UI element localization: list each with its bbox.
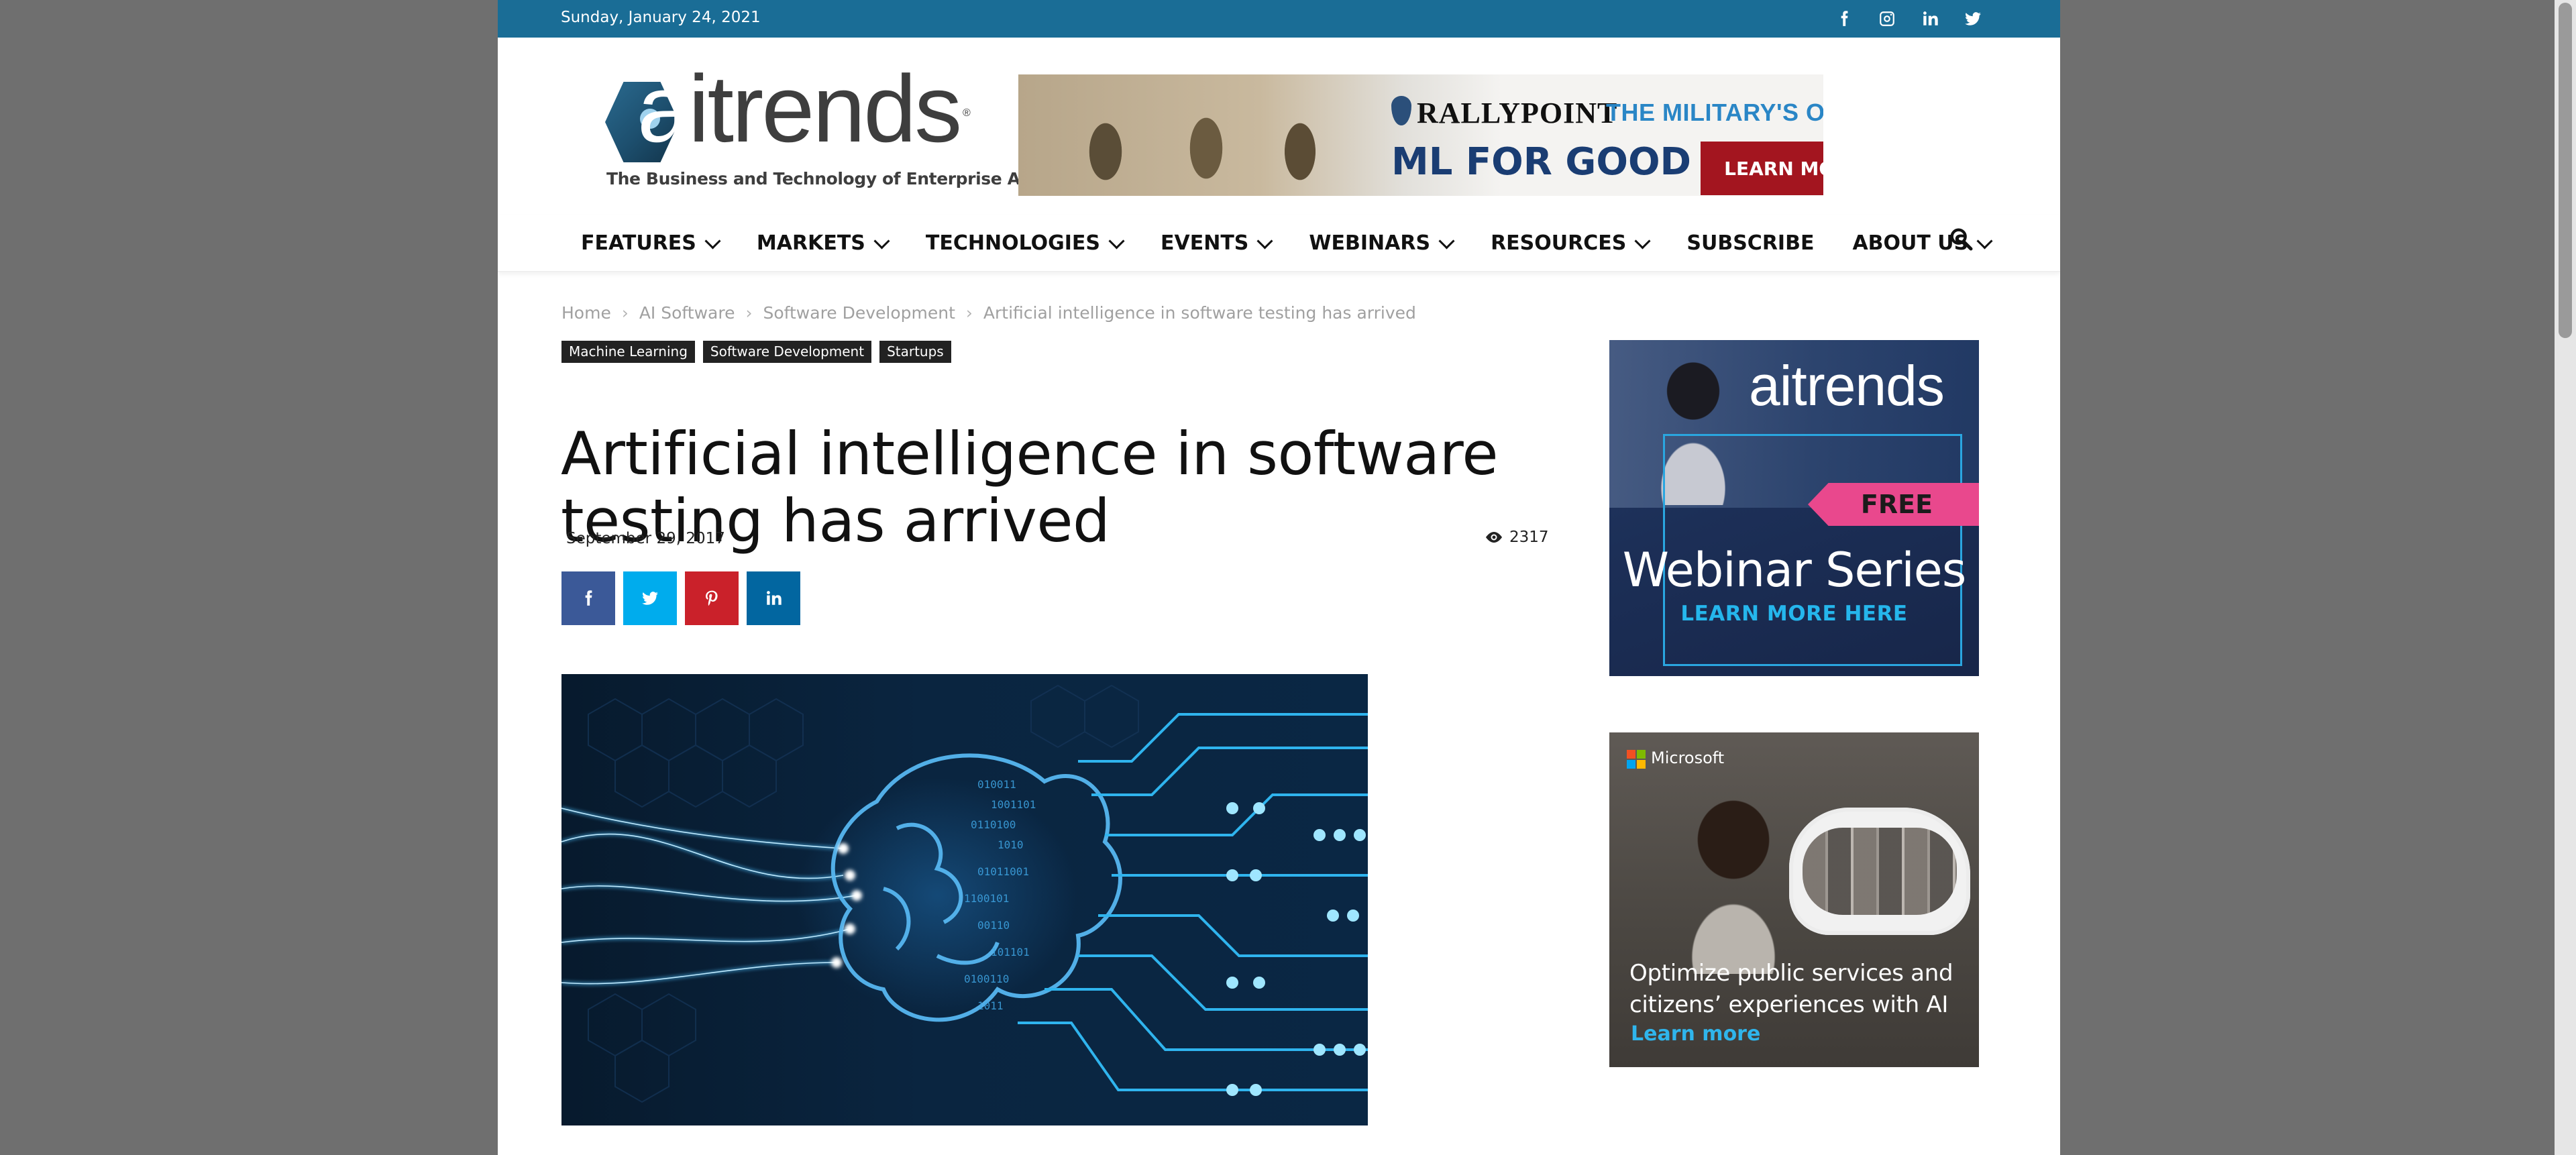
banner-headline: ML FOR GOOD xyxy=(1391,140,1692,184)
svg-text:010011: 010011 xyxy=(977,778,1016,791)
share-buttons xyxy=(561,571,800,625)
banner-brand: RALLYPOINT xyxy=(1417,97,1618,129)
ad-brand-name: Microsoft xyxy=(1651,749,1725,767)
chevron-down-icon xyxy=(873,232,890,250)
nav-item-webinars[interactable]: WEBINARS xyxy=(1309,231,1455,255)
microsoft-ad[interactable]: Microsoft Optimize public services and c… xyxy=(1609,732,1979,1067)
nav-item-technologies[interactable]: TECHNOLOGIES xyxy=(926,231,1125,255)
facebook-icon[interactable] xyxy=(1831,5,1858,32)
article-date: September 29, 2017 xyxy=(566,530,725,547)
share-facebook-button[interactable] xyxy=(561,571,615,625)
svg-text:1011: 1011 xyxy=(977,999,1004,1012)
breadcrumb-separator: › xyxy=(745,303,753,323)
view-count: 2317 xyxy=(1509,529,1549,546)
svg-text:01011001: 01011001 xyxy=(977,865,1029,878)
logo-tagline: The Business and Technology of Enterpris… xyxy=(606,169,1026,188)
facebook-icon xyxy=(585,590,592,606)
ad-aitrends-logo: aitrends xyxy=(1749,354,1945,417)
svg-text:00110: 00110 xyxy=(977,919,1010,932)
tag-startups[interactable]: Startups xyxy=(879,341,951,363)
svg-text:1010: 1010 xyxy=(998,838,1024,851)
site-logo[interactable]: aitrends ® The Business and Technology o… xyxy=(605,62,1026,195)
logo-registered-mark: ® xyxy=(963,107,971,119)
tag-software-development[interactable]: Software Development xyxy=(702,341,872,363)
instagram-icon[interactable] xyxy=(1874,5,1900,32)
share-twitter-button[interactable] xyxy=(623,571,677,625)
chevron-down-icon xyxy=(704,232,721,250)
ad-learn-more-link[interactable]: LEARN MORE HERE xyxy=(1609,602,1979,626)
pinterest-icon xyxy=(706,590,718,606)
article-tags: Machine Learning Software Development St… xyxy=(561,341,951,363)
chevron-down-icon xyxy=(1108,232,1125,250)
ad-learn-more-link[interactable]: Learn more xyxy=(1631,1022,1760,1046)
rallypoint-logo-icon xyxy=(1391,96,1411,125)
main-navigation: FEATURES MARKETS TECHNOLOGIES EVENTS WEB… xyxy=(498,215,2060,272)
chevron-down-icon xyxy=(1438,232,1455,250)
share-linkedin-button[interactable] xyxy=(747,571,800,625)
svg-text:1100101: 1100101 xyxy=(964,892,1009,905)
page-scrollbar[interactable] xyxy=(2555,0,2576,1155)
top-bar: Sunday, January 24, 2021 xyxy=(498,0,2060,38)
chevron-down-icon xyxy=(1256,232,1273,250)
ai-brain-circuit-illustration: 010011 1001101 0110100 1010 01011001 110010… xyxy=(561,684,1368,1103)
breadcrumb-software-development[interactable]: Software Development xyxy=(763,303,955,323)
ad-body-text: Optimize public services and citizens’ e… xyxy=(1629,960,1953,1018)
cloud-collage-graphic xyxy=(1789,808,1970,935)
soldiers-photo xyxy=(1045,88,1327,196)
nav-item-markets[interactable]: MARKETS xyxy=(757,231,890,255)
chevron-down-icon xyxy=(1634,232,1651,250)
breadcrumb: Home › AI Software › Software Developmen… xyxy=(561,303,1416,323)
svg-text:1001101: 1001101 xyxy=(991,798,1036,811)
top-social-links xyxy=(1831,5,1986,32)
nav-item-resources[interactable]: RESOURCES xyxy=(1491,231,1651,255)
linkedin-icon[interactable] xyxy=(1917,5,1943,32)
breadcrumb-home[interactable]: Home xyxy=(561,303,611,323)
breadcrumb-ai-software[interactable]: AI Software xyxy=(639,303,735,323)
webinar-series-ad[interactable]: aitrends FREE Webinar Series LEARN MORE … xyxy=(1609,340,1979,676)
microsoft-logo-icon xyxy=(1627,750,1646,769)
tag-machine-learning[interactable]: Machine Learning xyxy=(561,341,695,363)
svg-text:0100110: 0100110 xyxy=(964,973,1009,985)
ad-person-photo xyxy=(1656,779,1811,974)
twitter-icon xyxy=(642,592,658,605)
logo-wordmark: aitrends xyxy=(637,56,962,162)
scrollbar-thumb[interactable] xyxy=(2559,3,2572,338)
article-featured-image: 010011 1001101 0110100 1010 01011001 110010… xyxy=(561,674,1368,1125)
search-icon[interactable] xyxy=(1947,225,1981,259)
nav-item-features[interactable]: FEATURES xyxy=(581,231,721,255)
twitter-icon[interactable] xyxy=(1960,5,1986,32)
current-date: Sunday, January 24, 2021 xyxy=(561,9,761,26)
breadcrumb-current-article: Artificial intelligence in software test… xyxy=(983,303,1416,323)
svg-text:0110100: 0110100 xyxy=(971,818,1016,831)
linkedin-icon xyxy=(767,591,782,605)
header-banner-ad[interactable]: RALLYPOINT THE MILITARY'S ONLINE NETWORK… xyxy=(1018,74,1823,196)
breadcrumb-separator: › xyxy=(965,303,973,323)
ad-free-badge: FREE xyxy=(1808,483,1979,526)
page-content: Sunday, January 24, 2021 aitrends ® The … xyxy=(498,0,2060,1155)
breadcrumb-separator: › xyxy=(621,303,629,323)
banner-tagline: THE MILITARY'S ONLINE NETWORK xyxy=(1606,99,1823,126)
eye-icon xyxy=(1486,532,1502,543)
nav-item-subscribe[interactable]: SUBSCRIBE xyxy=(1686,231,1814,255)
banner-learn-more-button[interactable]: LEARN MORE xyxy=(1701,142,1823,195)
nav-item-events[interactable]: EVENTS xyxy=(1161,231,1273,255)
share-pinterest-button[interactable] xyxy=(685,571,739,625)
ad-webinar-headline: Webinar Series xyxy=(1622,543,1967,598)
svg-text:101101: 101101 xyxy=(991,946,1030,958)
article-views: 2317 xyxy=(1484,529,1549,546)
